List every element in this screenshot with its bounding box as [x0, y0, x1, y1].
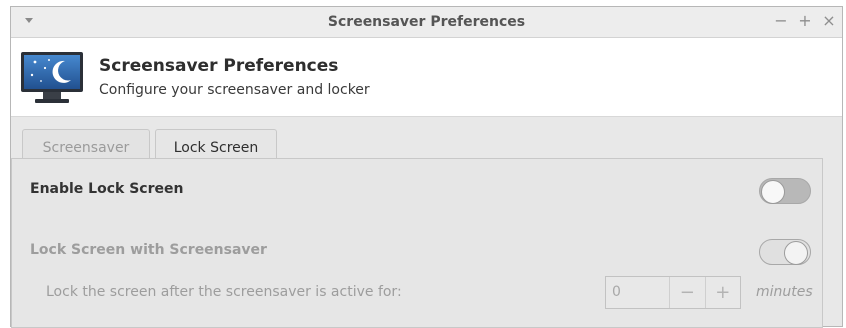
lock-delay-input[interactable]: 0 — [606, 277, 669, 308]
close-button[interactable]: × — [822, 12, 836, 30]
enable-lock-screen-label: Enable Lock Screen — [30, 181, 184, 197]
units-label: minutes — [756, 284, 813, 300]
title-bar: Screensaver Preferences − + × — [11, 7, 842, 38]
header-title: Screensaver Preferences — [99, 56, 339, 76]
enable-lock-screen-switch[interactable] — [759, 178, 811, 204]
lock-after-label: Lock the screen after the screensaver is… — [46, 284, 402, 300]
lock-screen-panel: Enable Lock Screen Lock Screen with Scre… — [11, 158, 823, 328]
header-subtitle: Configure your screensaver and locker — [99, 82, 370, 98]
decrement-button[interactable]: − — [669, 277, 704, 308]
lock-with-screensaver-switch[interactable] — [759, 239, 811, 265]
monitor-moon-icon — [19, 48, 89, 114]
minimize-button[interactable]: − — [774, 12, 788, 30]
maximize-button[interactable]: + — [798, 12, 812, 30]
header: Screensaver Preferences Configure your s… — [11, 38, 842, 117]
switch-knob — [784, 241, 808, 265]
window-title: Screensaver Preferences — [327, 14, 526, 30]
window-controls: − + × — [774, 12, 836, 30]
increment-button[interactable]: + — [704, 277, 740, 308]
switch-knob — [761, 180, 785, 204]
lock-delay-spinbutton[interactable]: 0 − + — [605, 276, 741, 309]
lock-with-screensaver-label: Lock Screen with Screensaver — [30, 242, 267, 258]
